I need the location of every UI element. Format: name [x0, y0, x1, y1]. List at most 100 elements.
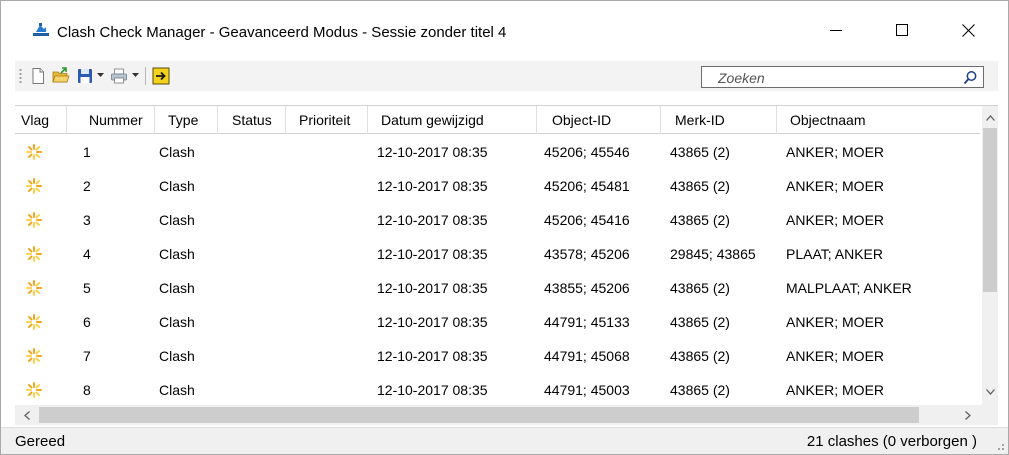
cell-objectnaam: ANKER; MOER — [786, 382, 885, 398]
cell-type: Clash — [159, 314, 195, 330]
cell-type: Clash — [159, 280, 195, 296]
cell-object-id: 44791; 45003 — [544, 382, 630, 398]
resize-grip-icon[interactable] — [993, 439, 1005, 451]
cell-object-id: 43855; 45206 — [544, 280, 630, 296]
toolbar-separator — [145, 67, 146, 85]
new-clash-icon — [26, 348, 42, 364]
scroll-left-button[interactable] — [19, 407, 35, 423]
clash-count: 21 clashes (0 verborgen ) — [806, 433, 977, 450]
chevron-up-icon — [985, 115, 995, 121]
clash-grid: Vlag Nummer Type Status Prioriteit Datum… — [15, 105, 998, 427]
cell-nummer: 7 — [83, 348, 91, 364]
search-box[interactable]: Zoeken — [701, 66, 984, 88]
cell-type: Clash — [159, 348, 195, 364]
app-icon — [33, 23, 49, 36]
print-dropdown-icon[interactable] — [132, 73, 139, 77]
chevron-left-icon — [24, 410, 30, 420]
chevron-right-icon — [965, 410, 971, 420]
cell-merk-id: 43865 (2) — [670, 212, 730, 228]
table-row[interactable]: 6 Clash 12-10-2017 08:35 44791; 45133 43… — [15, 305, 980, 339]
cell-datum: 12-10-2017 08:35 — [377, 314, 488, 330]
column-header-status[interactable]: Status — [218, 106, 286, 134]
cell-datum: 12-10-2017 08:35 — [377, 212, 488, 228]
horizontal-scrollbar[interactable] — [15, 405, 998, 425]
minimize-icon — [830, 30, 842, 31]
cell-object-id: 45206; 45546 — [544, 144, 630, 160]
cell-objectnaam: ANKER; MOER — [786, 348, 885, 364]
cell-nummer: 4 — [83, 246, 91, 262]
close-button[interactable] — [945, 15, 991, 45]
table-row[interactable]: 3 Clash 12-10-2017 08:35 45206; 45416 43… — [15, 203, 980, 237]
cell-datum: 12-10-2017 08:35 — [377, 382, 488, 398]
column-header-object-id[interactable]: Object-ID — [537, 106, 661, 134]
cell-objectnaam: MALPLAAT; ANKER — [786, 280, 912, 296]
cell-merk-id: 43865 (2) — [670, 280, 730, 296]
print-icon[interactable] — [110, 67, 128, 85]
cell-type: Clash — [159, 178, 195, 194]
clash-check-manager-window: Clash Check Manager - Geavanceerd Modus … — [0, 0, 1009, 455]
cell-type: Clash — [159, 212, 195, 228]
cell-merk-id: 43865 (2) — [670, 314, 730, 330]
cell-datum: 12-10-2017 08:35 — [377, 178, 488, 194]
column-header-nummer[interactable]: Nummer — [67, 106, 155, 134]
status-bar: Gereed 21 clashes (0 verborgen ) — [1, 427, 1008, 454]
table-row[interactable]: 2 Clash 12-10-2017 08:35 45206; 45481 43… — [15, 169, 980, 203]
cell-nummer: 1 — [83, 144, 91, 160]
table-row[interactable]: 4 Clash 12-10-2017 08:35 43578; 45206 29… — [15, 237, 980, 271]
table-row[interactable]: 5 Clash 12-10-2017 08:35 43855; 45206 43… — [15, 271, 980, 305]
minimize-button[interactable] — [813, 15, 859, 45]
maximize-button[interactable] — [879, 15, 925, 45]
toolbar-grip[interactable] — [19, 68, 22, 84]
vertical-scrollbar[interactable] — [982, 106, 998, 405]
grid-body: 1 Clash 12-10-2017 08:35 45206; 45546 43… — [15, 135, 980, 405]
save-dropdown-icon[interactable] — [97, 73, 104, 77]
cell-objectnaam: ANKER; MOER — [786, 178, 885, 194]
new-clash-icon — [26, 314, 42, 330]
maximize-icon — [896, 24, 908, 36]
cell-datum: 12-10-2017 08:35 — [377, 144, 488, 160]
cell-nummer: 6 — [83, 314, 91, 330]
table-row[interactable]: 1 Clash 12-10-2017 08:35 45206; 45546 43… — [15, 135, 980, 169]
scroll-right-button[interactable] — [960, 407, 976, 423]
column-header-merk-id[interactable]: Merk-ID — [661, 106, 777, 134]
scroll-down-button[interactable] — [982, 384, 998, 400]
search-input[interactable]: Zoeken — [718, 70, 765, 86]
cell-object-id: 44791; 45068 — [544, 348, 630, 364]
column-header-vlag[interactable]: Vlag — [15, 106, 67, 134]
save-icon[interactable] — [76, 67, 94, 85]
horizontal-scroll-thumb[interactable] — [39, 407, 919, 423]
column-header-prioriteit[interactable]: Prioriteit — [286, 106, 368, 134]
cell-object-id: 45206; 45416 — [544, 212, 630, 228]
cell-object-id: 44791; 45133 — [544, 314, 630, 330]
cell-datum: 12-10-2017 08:35 — [377, 280, 488, 296]
cell-merk-id: 43865 (2) — [670, 144, 730, 160]
cell-type: Clash — [159, 144, 195, 160]
new-clash-icon — [26, 280, 42, 296]
cell-type: Clash — [159, 382, 195, 398]
title-bar[interactable]: Clash Check Manager - Geavanceerd Modus … — [1, 1, 1008, 45]
cell-objectnaam: ANKER; MOER — [786, 212, 885, 228]
cell-merk-id: 43865 (2) — [670, 348, 730, 364]
table-row[interactable]: 8 Clash 12-10-2017 08:35 44791; 45003 43… — [15, 373, 980, 405]
cell-datum: 12-10-2017 08:35 — [377, 348, 488, 364]
vertical-scroll-thumb[interactable] — [983, 128, 997, 292]
search-icon[interactable] — [963, 70, 978, 85]
cell-nummer: 3 — [83, 212, 91, 228]
table-row[interactable]: 7 Clash 12-10-2017 08:35 44791; 45068 43… — [15, 339, 980, 373]
new-clash-icon — [26, 144, 42, 160]
new-document-icon[interactable] — [29, 67, 47, 85]
column-header-type[interactable]: Type — [155, 106, 218, 134]
scroll-up-button[interactable] — [982, 110, 998, 126]
cell-object-id: 45206; 45481 — [544, 178, 630, 194]
new-clash-icon — [26, 382, 42, 398]
cell-merk-id: 29845; 43865 — [670, 246, 756, 262]
cell-type: Clash — [159, 246, 195, 262]
exit-icon[interactable] — [152, 67, 170, 85]
open-folder-icon[interactable] — [52, 67, 70, 85]
column-header-datum-gewijzigd[interactable]: Datum gewijzigd — [368, 106, 537, 134]
column-header-objectnaam[interactable]: Objectnaam — [777, 106, 980, 134]
cell-objectnaam: ANKER; MOER — [786, 314, 885, 330]
cell-merk-id: 43865 (2) — [670, 382, 730, 398]
chevron-down-icon — [985, 389, 995, 395]
cell-objectnaam: PLAAT; ANKER — [786, 246, 884, 262]
